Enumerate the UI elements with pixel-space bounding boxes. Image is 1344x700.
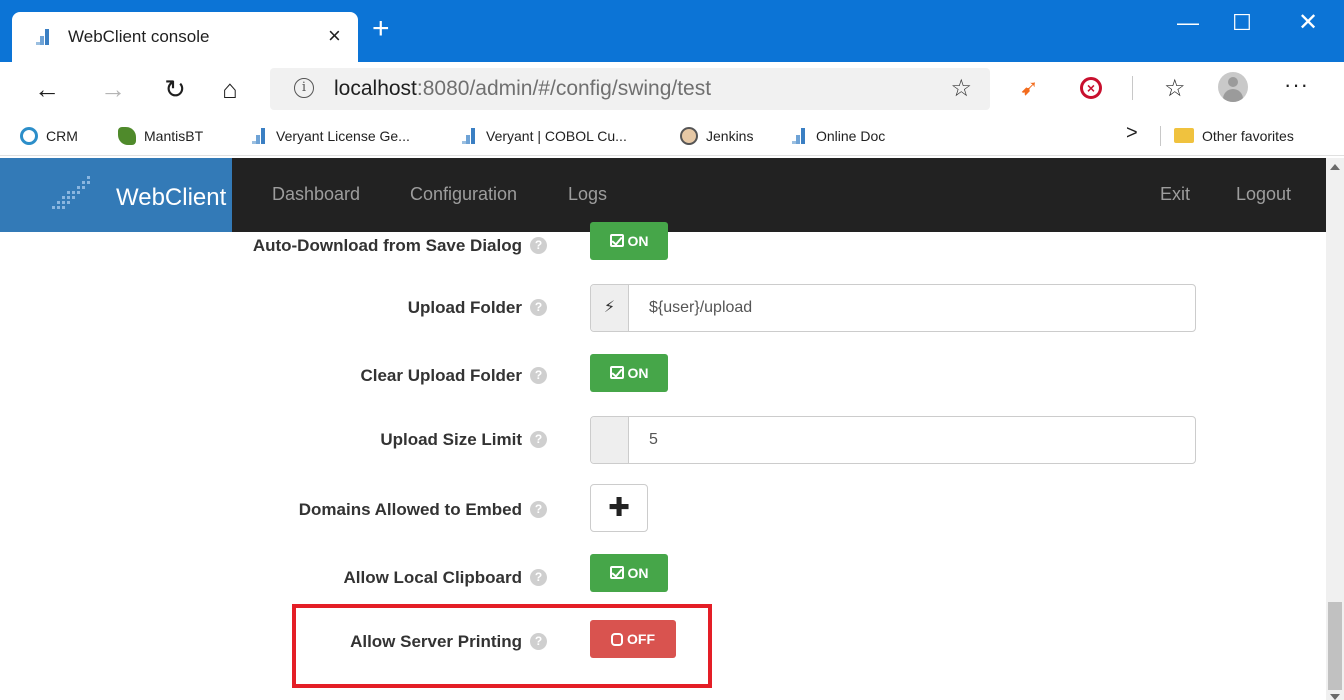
veryant-favicon-icon (36, 29, 49, 45)
auto-download-toggle[interactable]: ON (590, 222, 668, 260)
upload-folder-value[interactable]: ${user}/upload (649, 299, 752, 317)
page-scrollbar[interactable] (1326, 158, 1344, 700)
tab-close-icon[interactable]: × (328, 23, 341, 49)
favorite-veryant-cobol[interactable]: Veryant | COBOL Cu... (460, 125, 627, 147)
checkbox-icon (609, 234, 624, 247)
site-info-icon[interactable]: i (294, 78, 314, 98)
help-icon[interactable]: ? (530, 569, 547, 586)
nav-dashboard[interactable]: Dashboard (272, 184, 360, 205)
jenkins-icon (680, 127, 698, 145)
favorite-label: Jenkins (706, 128, 754, 144)
back-arrow-icon[interactable]: ← (32, 75, 62, 103)
favorite-label: Veryant | COBOL Cu... (486, 128, 627, 144)
favorite-veryant-license[interactable]: Veryant License Ge... (250, 125, 410, 147)
other-favorites[interactable]: Other favorites (1174, 125, 1294, 147)
scroll-down-arrow-icon[interactable] (1330, 694, 1340, 700)
profile-avatar[interactable] (1218, 72, 1248, 102)
clear-upload-folder-toggle[interactable]: ON (590, 354, 668, 392)
blocker-extension-icon[interactable]: × (1080, 77, 1102, 99)
add-domain-button[interactable]: ✚ (590, 484, 648, 532)
nav-logs[interactable]: Logs (568, 184, 607, 205)
toggle-state: ON (627, 565, 649, 581)
url-text[interactable]: localhost:8080/admin/#/config/swing/test (334, 77, 711, 101)
highlight-box (292, 604, 712, 688)
help-icon[interactable]: ? (530, 501, 547, 518)
swift-extension-icon[interactable]: ➹ (1020, 76, 1038, 100)
browser-toolbar: ← → ↻ ⌂ i localhost:8080/admin/#/config/… (0, 62, 1344, 116)
checkbox-icon (609, 566, 624, 579)
help-icon[interactable]: ? (530, 367, 547, 384)
toggle-state: ON (627, 233, 649, 249)
browser-tab[interactable]: WebClient console × (12, 12, 358, 62)
favorite-crm[interactable]: CRM (20, 125, 78, 147)
veryant-icon (252, 128, 265, 144)
empty-addon (591, 417, 629, 463)
plus-icon: ✚ (608, 492, 630, 522)
veryant-icon (462, 128, 475, 144)
allow-local-clipboard-toggle[interactable]: ON (590, 554, 668, 592)
favorites-divider (1160, 126, 1161, 146)
upload-folder-field[interactable]: ⚡ ${user}/upload (590, 284, 1196, 332)
favorite-label: CRM (46, 128, 78, 144)
reload-icon[interactable]: ↻ (160, 75, 190, 103)
minimize-icon[interactable]: — (1162, 8, 1214, 38)
nav-logout[interactable]: Logout (1236, 184, 1291, 205)
more-options-icon[interactable]: ··· (1284, 72, 1309, 98)
veryant-icon (792, 128, 805, 144)
allow-local-clipboard-label: Allow Local Clipboard (343, 568, 522, 587)
favorite-label: Veryant License Ge... (276, 128, 410, 144)
favorite-star-icon[interactable]: ☆ (950, 74, 972, 103)
nav-configuration[interactable]: Configuration (410, 184, 517, 205)
folder-icon (1174, 128, 1194, 143)
toggle-state: ON (627, 365, 649, 381)
favorite-mantisbt[interactable]: MantisBT (118, 125, 203, 147)
favorite-jenkins[interactable]: Jenkins (680, 125, 753, 147)
brand[interactable]: WebClient (0, 158, 232, 232)
favorite-label: MantisBT (144, 128, 204, 144)
bolt-icon: ⚡ (591, 285, 629, 331)
upload-folder-label: Upload Folder (407, 298, 522, 317)
favorites-overflow-chevron-icon[interactable]: > (1126, 122, 1138, 145)
favorites-bar: CRM MantisBT Veryant License Ge... Verya… (0, 116, 1344, 156)
upload-size-limit-field[interactable]: 5 (590, 416, 1196, 464)
scroll-thumb[interactable] (1328, 602, 1342, 690)
crm-globe-icon (20, 127, 38, 145)
new-tab-icon[interactable]: + (372, 14, 390, 44)
forward-arrow-icon[interactable]: → (98, 75, 128, 103)
upload-size-limit-value[interactable]: 5 (649, 431, 658, 449)
favorites-list-icon[interactable]: ☆ (1164, 74, 1186, 103)
scroll-up-arrow-icon[interactable] (1330, 164, 1340, 170)
clear-upload-folder-label: Clear Upload Folder (360, 366, 522, 385)
upload-size-limit-label: Upload Size Limit (380, 430, 522, 449)
home-icon[interactable]: ⌂ (215, 75, 245, 103)
auto-download-label: Auto-Download from Save Dialog (252, 236, 522, 255)
app-navbar: WebClient Dashboard Configuration Logs E… (0, 158, 1326, 232)
nav-exit[interactable]: Exit (1160, 184, 1190, 205)
help-icon[interactable]: ? (530, 299, 547, 316)
other-favorites-label: Other favorites (1202, 128, 1294, 144)
url-path: :8080/admin/#/config/swing/test (416, 77, 712, 100)
mantis-icon (118, 127, 136, 145)
browser-title-bar: WebClient console × + — ☐ ✕ (0, 0, 1344, 62)
url-host: localhost (334, 77, 417, 100)
tab-title: WebClient console (68, 27, 210, 46)
checkbox-icon (609, 366, 624, 379)
webclient-logo-icon (52, 176, 90, 209)
toolbar-divider (1132, 76, 1133, 100)
brand-name: WebClient (116, 184, 227, 211)
favorite-online-doc[interactable]: Online Doc (790, 125, 885, 147)
help-icon[interactable]: ? (530, 431, 547, 448)
favorite-label: Online Doc (816, 128, 886, 144)
window-close-icon[interactable]: ✕ (1282, 8, 1334, 38)
help-icon[interactable]: ? (530, 237, 547, 254)
address-bar[interactable]: i localhost:8080/admin/#/config/swing/te… (270, 68, 990, 110)
maximize-icon[interactable]: ☐ (1216, 8, 1268, 38)
domains-allowed-label: Domains Allowed to Embed (298, 500, 522, 519)
